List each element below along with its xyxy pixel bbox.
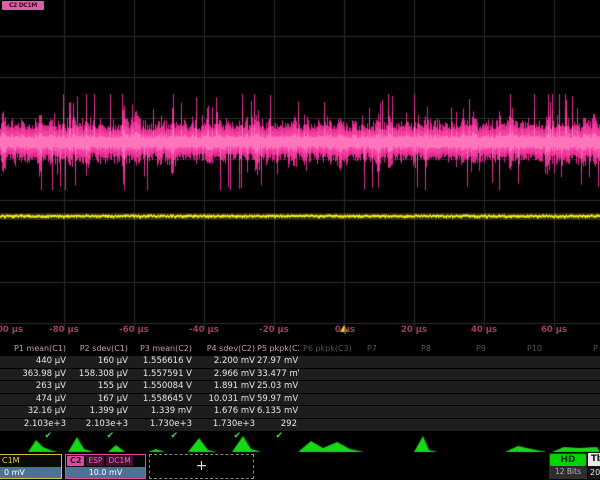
measurement-header[interactable]: P2 sdev(C1) [68, 343, 130, 355]
tbase-title: Tbase [588, 453, 600, 466]
measurement-value: 1.676 mV [194, 406, 257, 418]
c2-probe-label: ESP [86, 456, 104, 466]
c2-vdiv-value: 10.0 mV [66, 467, 145, 478]
measurement-value: 1.550084 V [130, 381, 194, 393]
measurement-header[interactable]: P3 mean(C2) [130, 343, 194, 355]
measurement-value: 1.730e+3 [130, 419, 194, 431]
time-axis-label: -60 µs [119, 325, 149, 335]
channel-descriptor-c1[interactable]: C1M 0 mV [0, 454, 62, 479]
measurement-value: 2.200 mV [194, 356, 257, 368]
measurement-value: 33.477 mV [257, 369, 299, 381]
measurement-value: 2.966 mV [194, 369, 257, 381]
measurement-value: 59.97 mV [257, 394, 299, 406]
oscilloscope-screen: C2 DC1M 00 µs -80 µs -60 µs -40 µs -20 µs 0 µ… [0, 0, 600, 480]
table-row: 263 µV155 µV1.550084 V1.891 mV25.03 mV [0, 380, 600, 393]
hd-badge: HD [550, 454, 586, 466]
time-axis: 00 µs -80 µs -60 µs -40 µs -20 µs 0 µs 20 µs 40… [0, 325, 600, 338]
time-axis-label: -80 µs [49, 325, 79, 335]
measurement-value: 1.891 mV [194, 381, 257, 393]
measurement-value: 1.339 mV [130, 406, 194, 418]
status-check-icon: ✔ [68, 431, 130, 441]
measurement-value: 155 µV [68, 381, 130, 393]
time-axis-label: 00 µs [0, 325, 23, 335]
measurement-header-unused[interactable]: P8 [421, 343, 431, 355]
add-trace-dropzone[interactable]: + [149, 454, 254, 479]
measurement-value: 10.031 mV [194, 394, 257, 406]
c1-vdiv-value: 0 mV [0, 467, 61, 478]
table-row: 474 µV167 µV1.558645 V10.031 mV59.97 mV [0, 393, 600, 406]
tbase-value: 20.0 µs [588, 466, 600, 479]
table-row: 440 µV160 µV1.556616 V2.200 mV27.97 mV [0, 355, 600, 368]
plus-icon: + [196, 458, 208, 474]
c1-coupling-label: C1M [0, 455, 61, 467]
measurement-header-unused[interactable]: P9 [476, 343, 486, 355]
measurement-table: P1 mean(C1)P2 sdev(C1)P3 mean(C2)P4 sdev… [0, 343, 600, 441]
measurement-value: 1.399 µV [68, 406, 130, 418]
measurement-value: 474 µV [0, 394, 68, 406]
table-row: 363.98 µV158.308 µV1.557591 V2.966 mV33.… [0, 368, 600, 381]
channel-descriptor-c2[interactable]: C2 ESP DC1M 10.0 mV [65, 454, 146, 479]
measurement-header-unused[interactable]: P [593, 343, 598, 355]
time-axis-label: 40 µs [471, 325, 497, 335]
measurement-value: 27.97 mV [257, 356, 299, 368]
table-row: 32.16 µV1.399 µV1.339 mV1.676 mV6.135 mV [0, 405, 600, 418]
measurement-value: 1.558645 V [130, 394, 194, 406]
time-axis-label: -20 µs [259, 325, 289, 335]
measurement-value: 160 µV [68, 356, 130, 368]
measurement-header[interactable]: P1 mean(C1) [0, 343, 68, 355]
table-row: P1 mean(C1)P2 sdev(C1)P3 mean(C2)P4 sdev… [0, 343, 600, 355]
hd-bits-label: 12 Bits [549, 466, 587, 478]
measurement-value: 263 µV [0, 381, 68, 393]
measurement-value: 158.308 µV [68, 369, 130, 381]
measurement-header[interactable]: P5 pkpk(C2) [257, 343, 299, 355]
status-check-icon: ✔ [0, 431, 68, 441]
measurement-value: 2.103e+3 [68, 419, 130, 431]
measurement-value: 6.135 mV [257, 406, 299, 418]
time-axis-label: -40 µs [189, 325, 219, 335]
time-axis-label: 60 µs [541, 325, 567, 335]
measurement-header-unused[interactable]: P6 pkpk(C3) [303, 343, 352, 355]
timebase-descriptor[interactable]: Tbase 20.0 µs [588, 453, 600, 479]
time-axis-label: 20 µs [401, 325, 427, 335]
status-check-icon: ✔ [194, 431, 257, 441]
measurement-header[interactable]: P4 sdev(C2) [194, 343, 257, 355]
table-row: 2.103e+32.103e+31.730e+31.730e+3292 [0, 418, 600, 431]
status-check-icon: ✔ [130, 431, 194, 441]
measurement-value: 440 µV [0, 356, 68, 368]
c2-badge: C2 [67, 456, 84, 466]
measurement-value: 292 [257, 419, 299, 431]
measurement-value: 1.557591 V [130, 369, 194, 381]
table-row: ✔✔✔✔✔ [0, 431, 600, 441]
measurement-value: 2.103e+3 [0, 419, 68, 431]
trace-descriptor-tag[interactable]: C2 DC1M [2, 1, 44, 10]
time-axis-label: 0 µs [335, 325, 355, 335]
measurement-header-unused[interactable]: P7 [367, 343, 377, 355]
c2-coupling-label: DC1M [106, 456, 132, 466]
measurement-header-unused[interactable]: P10 [527, 343, 542, 355]
measurement-value: 1.556616 V [130, 356, 194, 368]
measurement-value: 363.98 µV [0, 369, 68, 381]
measurement-value: 167 µV [68, 394, 130, 406]
measurement-value: 32.16 µV [0, 406, 68, 418]
status-check-icon: ✔ [257, 431, 299, 441]
hd-indicator[interactable]: HD 12 Bits [549, 453, 587, 479]
measurement-value: 1.730e+3 [194, 419, 257, 431]
measurement-value: 25.03 mV [257, 381, 299, 393]
